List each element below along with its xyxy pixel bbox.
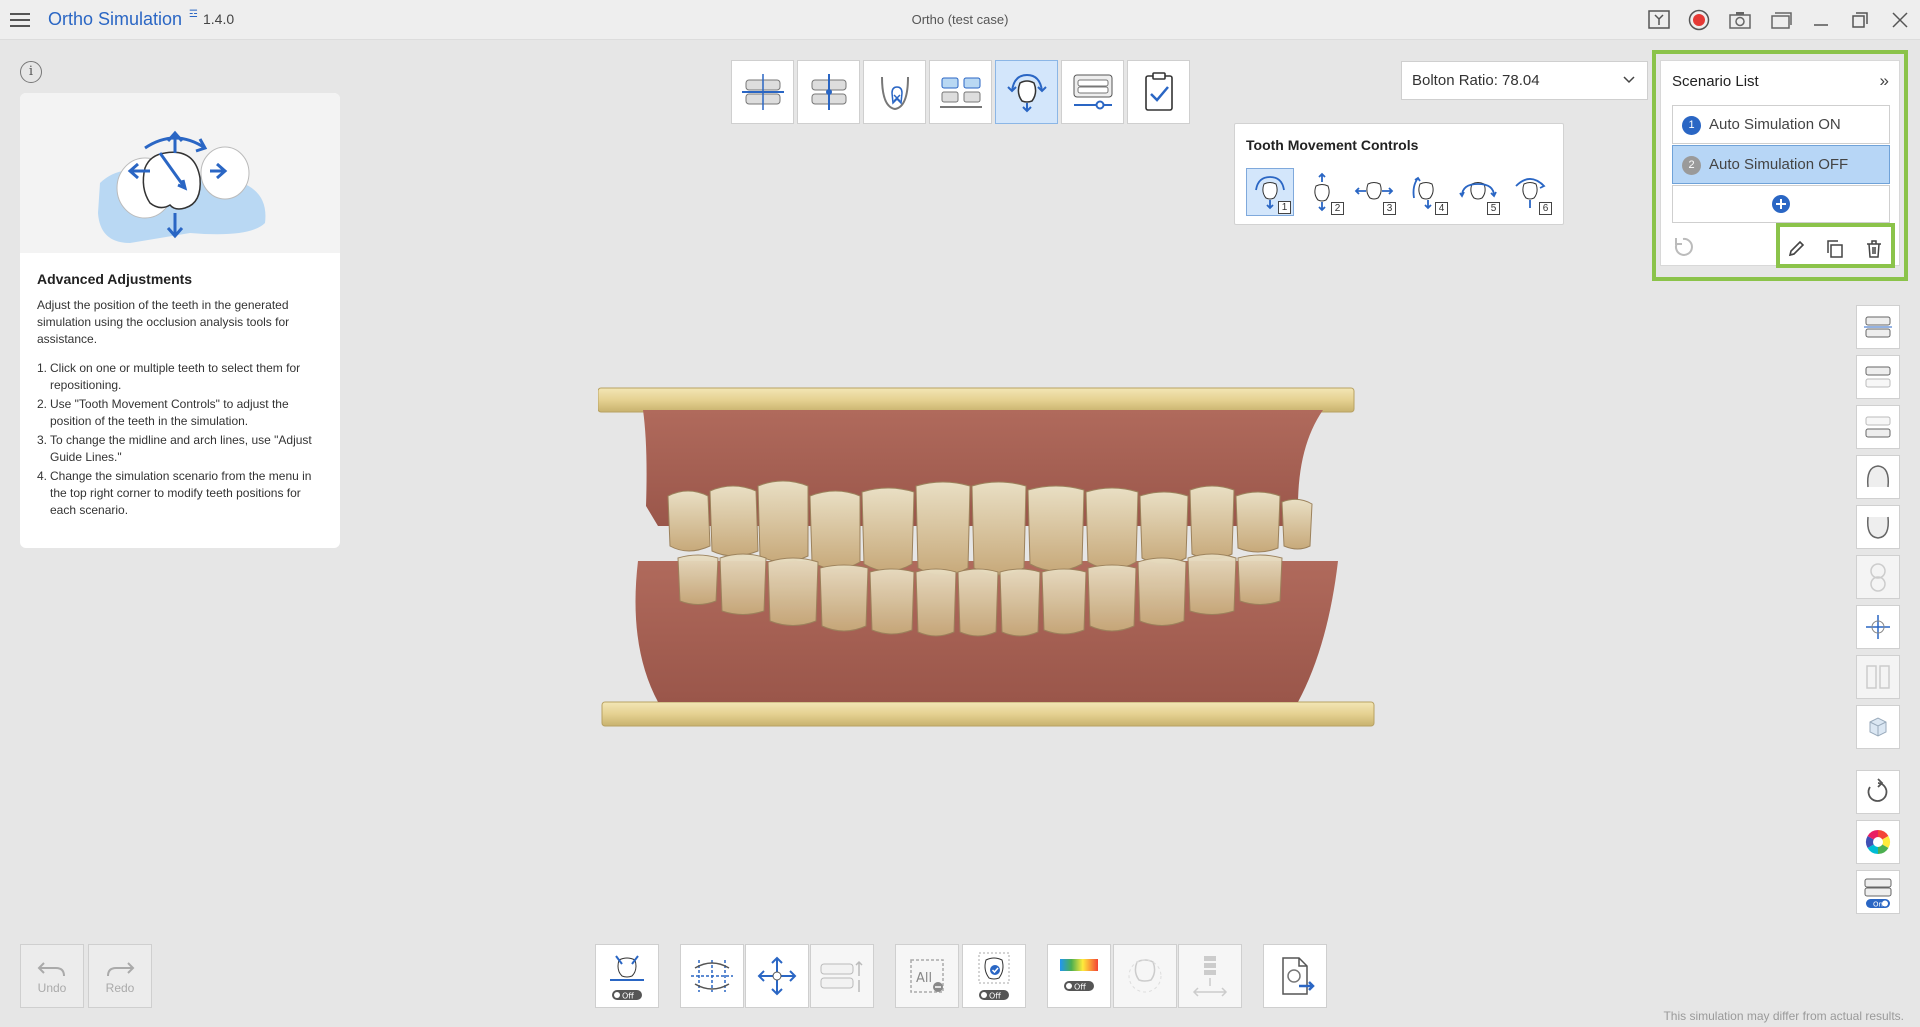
tooth-movement-controls: Tooth Movement Controls 1 2 3 4 5 6 (1234, 123, 1564, 225)
undo-icon (37, 962, 65, 977)
restore-icon[interactable] (1847, 8, 1873, 32)
side-view-icon[interactable] (1856, 555, 1900, 599)
tooth-extraction-button[interactable] (863, 60, 926, 124)
svg-text:Off: Off (622, 992, 634, 1001)
scenario-label: Auto Simulation ON (1709, 116, 1841, 133)
deselect-all-button[interactable]: All (895, 944, 959, 1008)
help-viewer-icon[interactable] (1646, 8, 1672, 32)
redo-icon (107, 962, 135, 977)
export-report-button[interactable] (1263, 944, 1327, 1008)
svg-text:Off: Off (1074, 983, 1086, 992)
midline-button[interactable] (797, 60, 860, 124)
add-scenario-button[interactable] (1672, 185, 1890, 223)
distance-measure-button[interactable] (1178, 944, 1242, 1008)
svg-text:On: On (1873, 901, 1883, 909)
scenario-number-badge: 1 (1682, 116, 1701, 135)
move-arch-button[interactable] (745, 944, 809, 1008)
reset-icon[interactable] (1671, 235, 1695, 264)
close-icon[interactable] (1887, 8, 1913, 32)
guide-step: 2. Use "Tooth Movement Controls" to adjus… (37, 397, 289, 428)
case-title: Ortho (test case) (911, 12, 1009, 27)
confirm-step-button[interactable] (1127, 60, 1190, 124)
disclaimer-text: This simulation may differ from actual r… (1663, 1009, 1904, 1023)
advanced-adjustment-illustration (20, 93, 340, 253)
rotation-button[interactable]: 5 (1454, 168, 1502, 216)
scenario-item-auto-off[interactable]: 2 Auto Simulation OFF (1672, 145, 1890, 184)
scenario-label: Auto Simulation OFF (1709, 156, 1849, 173)
arch-alignment-button[interactable] (929, 60, 992, 124)
bolton-ratio-dropdown[interactable]: Bolton Ratio: 78.04 (1401, 61, 1648, 100)
title-bar: Ortho Simulation ☲ 1.4.0 Ortho (test cas… (0, 0, 1920, 40)
tipping-button[interactable]: 4 (1402, 168, 1450, 216)
plus-icon (1772, 195, 1790, 213)
camera-icon[interactable] (1727, 8, 1753, 32)
reset-view-icon[interactable] (1856, 770, 1900, 814)
mesial-distal-button[interactable]: 3 (1350, 168, 1398, 216)
view-lower-jaw-icon[interactable] (1856, 405, 1900, 449)
extrusion-intrusion-button[interactable]: 2 (1298, 168, 1346, 216)
guide-step: 1. Click on one or multiple teeth to sele… (37, 361, 301, 392)
chevron-down-icon (1621, 71, 1637, 91)
movement-limit-toggle[interactable]: Off (595, 944, 659, 1008)
menu-icon[interactable] (8, 9, 32, 31)
tooth-movement-title: Tooth Movement Controls (1246, 137, 1419, 153)
guide-panel: Advanced Adjustments Adjust the position… (20, 93, 340, 548)
app-badge: ☲ (189, 9, 198, 20)
info-button[interactable]: i (20, 61, 42, 83)
free-movement-button[interactable]: 1 (1246, 168, 1294, 216)
record-icon[interactable] (1686, 8, 1712, 32)
guide-title: Advanced Adjustments (37, 271, 193, 287)
guide-step: 4. Change the simulation scenario from th… (37, 469, 312, 517)
occlusal-view-icon[interactable] (1856, 455, 1900, 499)
view-both-jaws-icon[interactable] (1856, 305, 1900, 349)
model-toggle-on-icon[interactable]: On (1856, 870, 1900, 914)
cube-view-icon[interactable] (1856, 705, 1900, 749)
advanced-adjustment-button[interactable] (995, 60, 1058, 124)
minimize-icon[interactable] (1808, 8, 1834, 32)
occlusion-check-button[interactable] (1061, 60, 1124, 124)
step-toolbar (731, 60, 1190, 124)
scenario-number-badge: 2 (1682, 156, 1701, 175)
scenario-list-title: Scenario List (1672, 73, 1759, 90)
color-wheel-icon[interactable] (1856, 820, 1900, 864)
view-upper-jaw-icon[interactable] (1856, 355, 1900, 399)
lower-occlusal-view-icon[interactable] (1856, 505, 1900, 549)
occlusion-map-toggle[interactable]: Off (1047, 944, 1111, 1008)
undo-button[interactable]: Undo (20, 944, 84, 1008)
guide-lines-button[interactable] (680, 944, 744, 1008)
svg-text:All: All (916, 971, 932, 986)
app-version: 1.4.0 (203, 11, 235, 27)
guide-steps: 1. Click on one or multiple teeth to sele… (37, 360, 324, 519)
split-view-icon[interactable] (1856, 655, 1900, 699)
guide-step: 3. To change the midline and arch lines, … (37, 433, 312, 464)
scenario-item-auto-on[interactable]: 1 Auto Simulation ON (1672, 105, 1890, 144)
attachment-toggle[interactable]: Off (962, 944, 1026, 1008)
guide-description: Adjust the position of the teeth in the … (37, 298, 290, 346)
torque-button[interactable]: 6 (1506, 168, 1554, 216)
dental-model-viewport[interactable] (597, 386, 1378, 728)
axis-view-icon[interactable] (1856, 605, 1900, 649)
overlay-compare-button[interactable] (1113, 944, 1177, 1008)
bolton-ratio-value: Bolton Ratio: 78.04 (1412, 72, 1540, 89)
redo-button[interactable]: Redo (88, 944, 152, 1008)
interproximal-reduction-button[interactable] (810, 944, 874, 1008)
app-title: Ortho Simulation (48, 9, 183, 29)
scenario-actions-highlight (1776, 223, 1895, 268)
svg-text:Off: Off (989, 992, 1001, 1001)
occlusion-plane-button[interactable] (731, 60, 794, 124)
gallery-icon[interactable] (1768, 8, 1794, 32)
collapse-icon[interactable]: » (1880, 71, 1889, 91)
